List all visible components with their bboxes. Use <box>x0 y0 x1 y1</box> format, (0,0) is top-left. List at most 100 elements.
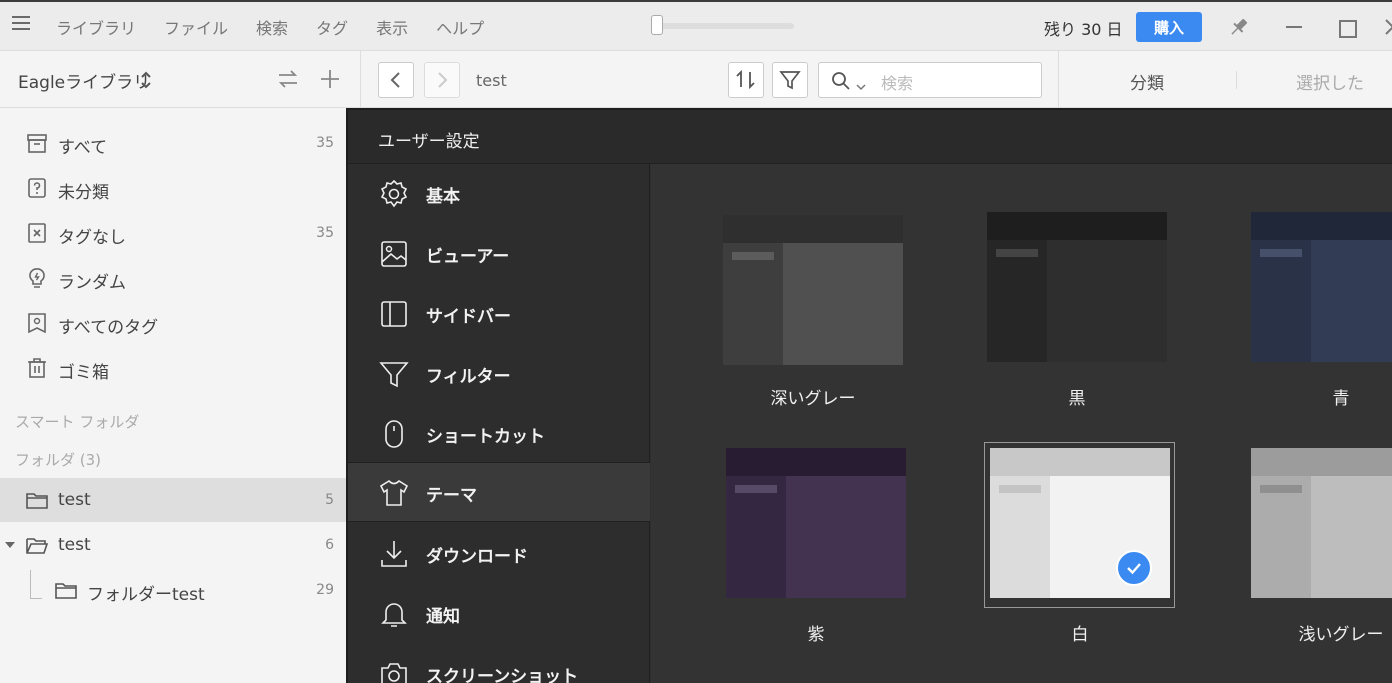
forward-button[interactable] <box>424 62 460 98</box>
dialog-title: ユーザー設定 <box>378 132 480 152</box>
folder-item[interactable]: フォルダーtest 29 <box>0 568 346 612</box>
download-icon <box>378 538 410 570</box>
theme-label: 浅いグレー <box>1298 625 1384 645</box>
theme-preview-bar <box>996 249 1038 257</box>
theme-option-deep-gray[interactable] <box>723 215 903 365</box>
camera-icon <box>378 658 410 683</box>
sidebar-item-untagged[interactable]: タグなし 35 <box>0 211 346 255</box>
theme-option-blue[interactable] <box>1251 212 1392 362</box>
folder-item[interactable]: test 5 <box>0 478 346 522</box>
settings-nav-label: テーマ <box>426 486 477 506</box>
menu-tag[interactable]: タグ <box>316 15 348 39</box>
menu-view[interactable]: 表示 <box>376 15 408 39</box>
maximize-icon[interactable] <box>1336 14 1362 40</box>
folder-count: 29 <box>316 582 334 598</box>
sidebar-item-all-tags[interactable]: すべてのタグ <box>0 301 346 345</box>
theme-preview-bar <box>732 252 774 260</box>
hamburger-menu-icon[interactable] <box>12 16 30 30</box>
add-icon[interactable] <box>318 67 342 91</box>
theme-preview-bar <box>1260 485 1302 493</box>
sidebar-item-label: 未分類 <box>58 183 109 203</box>
smart-folder-heading[interactable]: スマート フォルダ <box>15 411 139 432</box>
folder-item[interactable]: test 6 <box>0 523 346 567</box>
sidebar-item-uncategorized[interactable]: 未分類 <box>0 166 346 210</box>
chevron-down-icon[interactable] <box>856 76 866 91</box>
filter-button[interactable] <box>772 62 808 98</box>
folder-count: 6 <box>325 537 334 553</box>
settings-nav-viewer[interactable]: ビューアー <box>348 224 650 284</box>
buy-button[interactable]: 購入 <box>1136 12 1202 42</box>
folder-icon <box>25 488 49 512</box>
menu-help[interactable]: ヘルプ <box>436 15 484 39</box>
library-switch-chevron-icon[interactable] <box>139 69 153 91</box>
menu-file[interactable]: ファイル <box>164 15 228 39</box>
sidebar-item-count: 35 <box>316 225 334 241</box>
settings-nav-download[interactable]: ダウンロード <box>348 524 650 584</box>
library-name[interactable]: Eagleライブラリ <box>18 68 150 93</box>
caret-down-icon[interactable] <box>5 542 15 548</box>
breadcrumb: test <box>476 71 507 90</box>
tab-selected[interactable]: 選択した <box>1296 69 1364 94</box>
gear-icon <box>378 178 410 210</box>
theme-preview-sidebar <box>726 476 786 598</box>
settings-nav-filter[interactable]: フィルター <box>348 344 650 404</box>
search-icon <box>831 71 851 91</box>
swap-icon[interactable] <box>276 67 300 91</box>
theme-preview-main <box>1311 476 1392 598</box>
theme-preview-header <box>1251 448 1392 476</box>
theme-preview-header <box>726 448 906 476</box>
folder-label: test <box>58 535 91 555</box>
theme-preview-main <box>1047 240 1167 362</box>
settings-nav-general[interactable]: 基本 <box>348 164 650 224</box>
toolbar: Eagleライブラリ test 検索 分類 選択した <box>0 50 1392 109</box>
sidebar: すべて 35 未分類 タグなし 35 ランダム すべてのタグ ゴミ箱 スマート … <box>0 108 346 683</box>
theme-label: 白 <box>1071 625 1089 645</box>
theme-option-black[interactable] <box>987 212 1167 362</box>
settings-nav-theme[interactable]: テーマ <box>348 462 650 522</box>
theme-option-light-gray[interactable] <box>1251 448 1392 598</box>
divider <box>360 51 361 109</box>
settings-nav: 基本 ビューアー サイドバー フィルター ショートカット テーマ ダウンロード <box>348 164 650 683</box>
theme-preview-bar <box>1260 249 1302 257</box>
trial-days-remaining: 残り 30 日 <box>1044 20 1123 39</box>
settings-nav-label: 基本 <box>426 187 460 207</box>
check-icon <box>1116 550 1152 586</box>
title-bar: ライブラリ ファイル 検索 タグ 表示 ヘルプ 残り 30 日 購入 <box>0 0 1392 50</box>
theme-options: 深いグレー 黒 青 紫 白 浅いグレー <box>651 164 1392 683</box>
sidebar-item-all[interactable]: すべて 35 <box>0 121 346 165</box>
sidebar-item-trash[interactable]: ゴミ箱 <box>0 346 346 390</box>
sort-button[interactable] <box>728 62 764 98</box>
divider <box>1058 51 1059 109</box>
theme-preview-sidebar <box>1251 476 1311 598</box>
settings-nav-shortcuts[interactable]: ショートカット <box>348 404 650 464</box>
theme-option-purple[interactable] <box>726 448 906 598</box>
tab-classify[interactable]: 分類 <box>1130 69 1164 94</box>
close-icon[interactable] <box>1380 14 1392 40</box>
sidebar-item-random[interactable]: ランダム <box>0 256 346 300</box>
back-button[interactable] <box>378 62 414 98</box>
folder-open-icon <box>25 533 49 557</box>
mouse-icon <box>378 418 410 450</box>
menu-library[interactable]: ライブラリ <box>56 15 136 39</box>
zoom-slider-handle[interactable] <box>651 15 663 35</box>
settings-nav-label: ビューアー <box>426 247 510 267</box>
theme-preview-sidebar <box>987 240 1047 362</box>
pin-icon[interactable] <box>1226 14 1252 40</box>
folder-heading[interactable]: フォルダ (3) <box>15 449 101 470</box>
settings-nav-screenshot[interactable]: スクリーンショット <box>348 644 650 683</box>
search-input[interactable]: 検索 <box>818 62 1042 98</box>
settings-nav-label: フィルター <box>426 367 511 387</box>
theme-preview-main <box>783 243 903 365</box>
menu-bar: ライブラリ ファイル 検索 タグ 表示 ヘルプ <box>56 15 512 39</box>
search-placeholder: 検索 <box>881 74 914 93</box>
settings-nav-notifications[interactable]: 通知 <box>348 584 650 644</box>
sidebar-item-label: ランダム <box>58 273 126 293</box>
settings-nav-label: スクリーンショット <box>426 667 579 683</box>
settings-nav-sidebar[interactable]: サイドバー <box>348 284 650 344</box>
menu-search[interactable]: 検索 <box>256 15 288 39</box>
minimize-icon[interactable] <box>1282 14 1308 40</box>
sidebar-item-label: すべてのタグ <box>58 318 159 338</box>
zoom-slider-track[interactable] <box>654 23 794 29</box>
tag-x-icon <box>25 221 49 245</box>
theme-option-white[interactable] <box>990 448 1170 598</box>
